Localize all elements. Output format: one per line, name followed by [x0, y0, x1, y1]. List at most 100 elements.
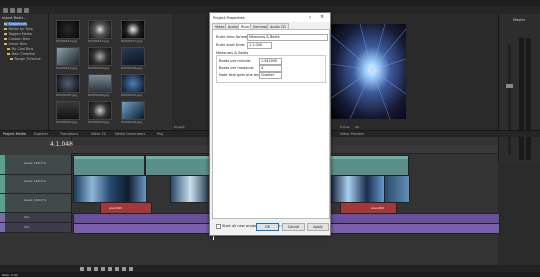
media-thumbnail[interactable] — [121, 20, 145, 39]
help-icon[interactable]: ? — [309, 16, 311, 20]
beats-per-measure-input[interactable]: 4 — [259, 65, 282, 72]
tree-item-rough-timeline[interactable]: Rough Timeline — [10, 57, 41, 61]
video-clip[interactable] — [145, 155, 211, 176]
media-thumbnail[interactable] — [56, 47, 80, 66]
note-one-beat-select[interactable]: Quarter — [259, 72, 282, 79]
thumbnail-label: DCIM0002.jpg — [121, 120, 143, 124]
bpm-label: Beats per minute: — [219, 59, 252, 63]
tree-item-tagged-media[interactable]: Tagged Media — [4, 32, 32, 36]
tree-item-sequences[interactable]: Sequences — [4, 22, 27, 26]
media-thumbnail[interactable] — [121, 47, 145, 66]
clip-label: sound02 — [371, 206, 384, 210]
track-vol-label: Vol: — [24, 225, 30, 229]
clip-label: sound01 — [109, 206, 122, 210]
go-to-end-icon[interactable] — [129, 266, 133, 271]
tab-video-fx[interactable]: Video FX — [91, 132, 106, 136]
track-header-audio-2[interactable]: Vol: — [0, 223, 71, 233]
thumbnail-label: DCIM0009.jpg — [88, 66, 110, 70]
media-thumbnail[interactable] — [56, 74, 80, 93]
level-meter-left — [519, 38, 524, 160]
stop-icon[interactable] — [115, 266, 119, 271]
thumbnail-label: DCIM0007.jpg — [56, 93, 78, 97]
project-properties-dialog: Project Properties ? × Video Audio Ruler… — [209, 12, 331, 236]
track-vol-label: Vol: — [24, 215, 30, 219]
play-from-start-icon[interactable] — [94, 266, 98, 271]
thumbnail-label: DCIM0008.jpg — [121, 66, 143, 70]
tab-explorer[interactable]: Explorer — [34, 132, 48, 136]
dialog-title: Project Properties — [213, 15, 245, 20]
save-icon[interactable] — [17, 7, 22, 13]
video-clip[interactable] — [73, 175, 147, 203]
go-to-start-icon[interactable] — [122, 266, 126, 271]
media-thumbnail[interactable] — [121, 74, 145, 93]
tab-transitions[interactable]: Transitions — [60, 132, 78, 136]
master-fader-handle[interactable] — [506, 84, 513, 88]
level-meter-right — [526, 38, 531, 160]
thumbnail-label: DCIM0016.jpg — [56, 39, 78, 43]
master-title: Master — [513, 18, 526, 22]
ruler-tab-panel: Ruler time format: Measures & Beats Rule… — [212, 29, 330, 229]
ruler-time-format-select[interactable]: Measures & Beats — [247, 34, 328, 41]
track-header-audio-1[interactable]: Vol: — [0, 213, 71, 223]
close-icon[interactable]: × — [320, 15, 324, 20]
tree-item-main-timeline[interactable]: Main Timeline — [7, 52, 35, 56]
timecode-display: 4.1.048 — [50, 141, 73, 148]
media-thumbnail[interactable] — [88, 20, 112, 39]
tab-media-generators[interactable]: Media Generators — [115, 132, 145, 136]
track-level-label: Level: 100.0 % — [24, 198, 47, 202]
open-icon[interactable] — [10, 7, 15, 13]
master-bus-panel: Master — [498, 14, 540, 162]
video-clip[interactable] — [329, 155, 409, 176]
thumbnail-label: DCIM0015.jpg — [88, 39, 110, 43]
track-level-label: Level: 100.0 % — [24, 179, 47, 183]
thumbnail-label: DCIM0010.jpg — [56, 66, 78, 70]
track-header-video-1[interactable]: Level: 100.0 % — [0, 155, 71, 175]
audio-waveform-clip[interactable] — [73, 223, 210, 234]
note-one-beat-label: Note that gets one beat: — [219, 73, 264, 77]
rate-label: Rate: 0.00 — [2, 272, 18, 277]
media-thumbnail-grid: DCIM0016.jpg DCIM0015.jpg DCIM0013.jpg D… — [50, 20, 170, 128]
media-thumbnail[interactable] — [88, 101, 112, 120]
apply-button[interactable]: Apply — [307, 223, 329, 231]
tab-video-preview[interactable]: Video Preview — [340, 132, 364, 136]
video-clip[interactable] — [329, 175, 386, 203]
media-thumbnail[interactable] — [88, 47, 112, 66]
video-clip[interactable] — [170, 175, 211, 203]
thumbnail-label: DCIM0006.jpg — [88, 93, 110, 97]
track-level-label: Level: 100.0 % — [24, 161, 47, 165]
record-icon[interactable] — [80, 266, 84, 271]
ruler-start-time-input[interactable]: 1.1.000 — [247, 42, 272, 49]
new-icon[interactable] — [3, 7, 8, 13]
thumbnail-label: DCIM0004.jpg — [56, 120, 78, 124]
thumbnail-label: DCIM0003.jpg — [88, 120, 110, 124]
video-clip[interactable] — [384, 175, 410, 203]
tab-project[interactable]: Proj — [157, 132, 163, 136]
tree-item-my-cool-bins[interactable]: My Cool Bins — [7, 47, 33, 51]
thumbnail-label: DCIM0005.jpg — [121, 93, 143, 97]
tree-item-smart-bins[interactable]: Smart Bins — [4, 42, 27, 46]
media-thumbnail[interactable] — [56, 20, 80, 39]
pause-icon[interactable] — [108, 266, 112, 271]
video-clip[interactable] — [73, 155, 145, 176]
track-header-video-2[interactable]: Level: 100.0 % — [0, 175, 71, 194]
ruler-time-format-label: Ruler time format: — [216, 35, 249, 39]
preview-frame — [330, 24, 406, 119]
play-icon[interactable] — [101, 266, 105, 271]
media-thumbnail[interactable] — [56, 101, 80, 120]
tree-item-custom-bins[interactable]: Custom Bins — [4, 37, 30, 41]
tree-item-media-by-type[interactable]: Media by Type — [4, 27, 33, 31]
loop-icon[interactable] — [87, 266, 91, 271]
track-header-video-3[interactable]: Level: 100.0 % — [0, 194, 71, 213]
ok-button[interactable]: OK — [256, 223, 279, 231]
start-all-checkbox[interactable] — [216, 224, 221, 229]
media-thumbnail[interactable] — [121, 101, 145, 120]
ruler-start-time-label: Ruler start time: — [216, 43, 246, 47]
bpm-input[interactable]: 1.942000 — [259, 58, 282, 65]
import-media-button[interactable]: Import Media... — [2, 16, 26, 20]
thumbnail-label: DCIM0013.jpg — [121, 39, 143, 43]
cancel-button[interactable]: Cancel — [282, 223, 305, 231]
tab-project-media[interactable]: Project Media — [3, 132, 26, 136]
render-icon[interactable] — [24, 7, 29, 13]
media-thumbnail[interactable] — [88, 74, 112, 93]
audio-waveform-clip[interactable] — [329, 223, 500, 234]
